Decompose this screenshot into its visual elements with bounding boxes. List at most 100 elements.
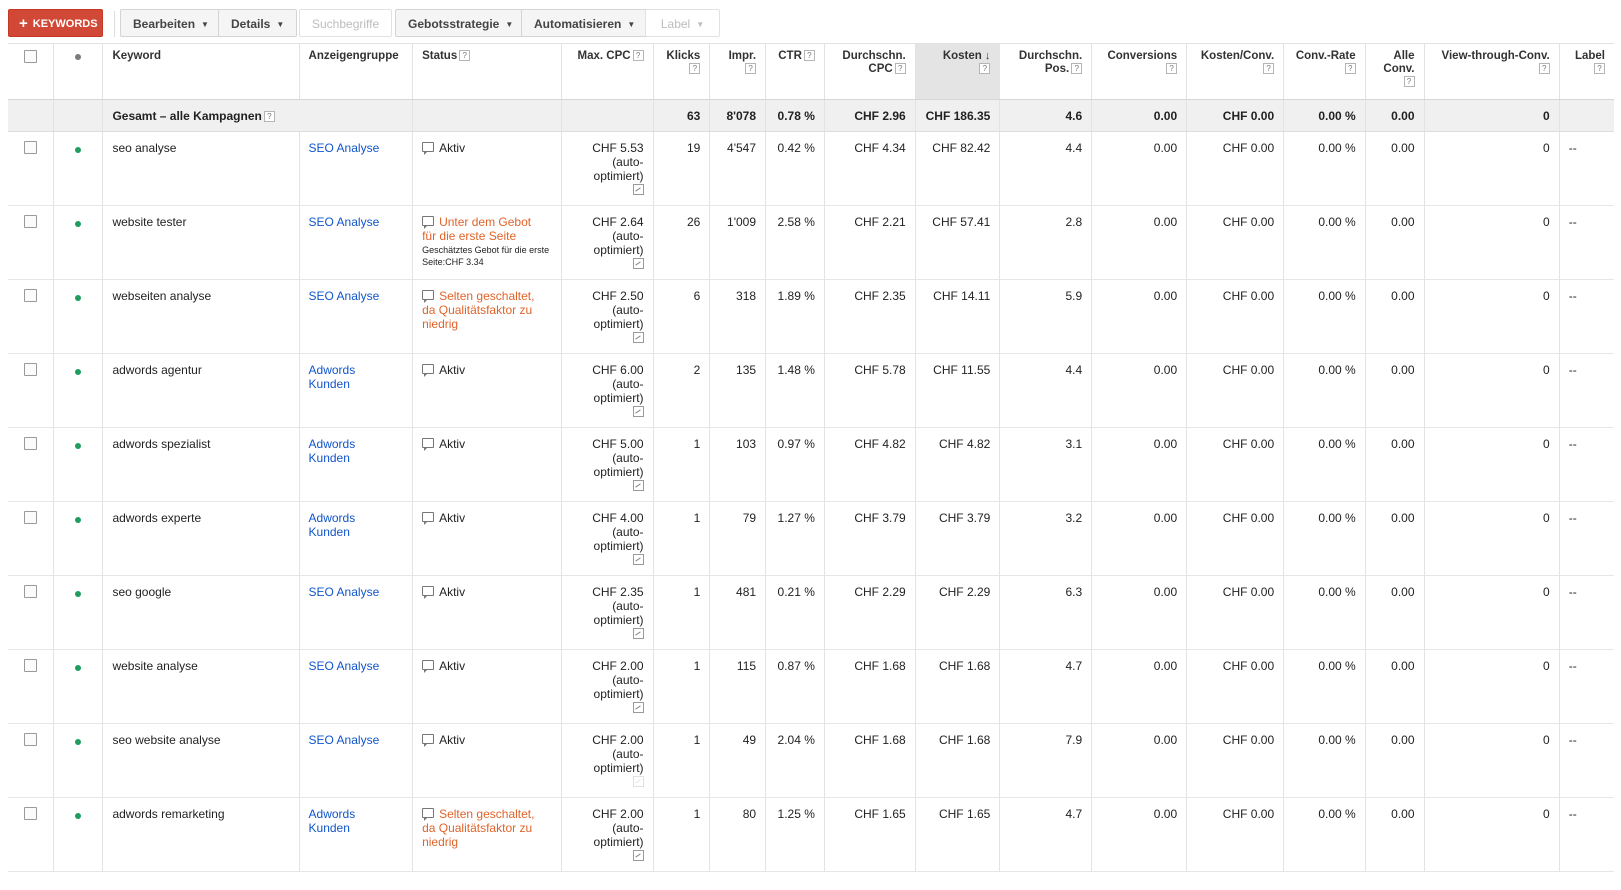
bid-simulator-icon[interactable] <box>632 776 644 787</box>
speech-bubble-icon[interactable] <box>422 364 435 377</box>
keyword-cell[interactable]: seo website analyse <box>102 723 300 798</box>
add-keywords-button[interactable]: + KEYWORDS <box>8 9 103 37</box>
keyword-cell[interactable]: website tester <box>102 205 300 280</box>
keyword-cell[interactable]: adwords spezialist <box>102 427 300 502</box>
help-icon[interactable]: ? <box>803 50 815 62</box>
column-header-adgroup[interactable]: Anzeigengruppe <box>299 43 414 100</box>
label-cell[interactable]: -- <box>1559 279 1614 354</box>
column-header-cost-conv[interactable]: Kosten/Conv.? <box>1186 43 1285 100</box>
row-checkbox[interactable] <box>23 437 37 450</box>
help-icon[interactable]: ? <box>745 63 757 75</box>
adgroup-link[interactable]: Adwords <box>309 511 356 525</box>
adgroup-link[interactable]: SEO Analyse <box>309 733 380 747</box>
label-cell[interactable]: -- <box>1559 575 1614 650</box>
keyword-cell[interactable]: webseiten analyse <box>102 279 300 354</box>
bid-simulator-icon[interactable] <box>632 184 644 195</box>
bid-simulator-icon[interactable] <box>632 554 644 565</box>
details-dropdown[interactable]: Details ▼ <box>218 9 298 37</box>
column-header-max-cpc[interactable]: Max. CPC? <box>561 43 654 100</box>
bid-simulator-icon[interactable] <box>632 850 644 861</box>
speech-bubble-icon[interactable] <box>422 734 435 747</box>
max-cpc-cell[interactable]: CHF 6.00 (auto-optimiert) <box>561 353 654 428</box>
enabled-dot-icon[interactable] <box>75 147 82 153</box>
column-header-impr[interactable]: Impr.? <box>709 43 767 100</box>
help-icon[interactable]: ? <box>1166 63 1178 75</box>
column-header-all-conv[interactable]: Alle Conv.? <box>1365 43 1425 100</box>
adgroup-link[interactable]: SEO Analyse <box>309 215 380 229</box>
keyword-cell[interactable]: adwords agentur <box>102 353 300 428</box>
row-checkbox[interactable] <box>23 215 37 228</box>
keyword-cell[interactable]: seo google <box>102 575 300 650</box>
max-cpc-cell[interactable]: CHF 2.00 (auto-optimiert) <box>561 723 654 798</box>
help-icon[interactable]: ? <box>894 63 906 75</box>
bid-strategy-dropdown[interactable]: Gebotsstrategie ▼ <box>395 9 527 37</box>
enabled-dot-icon[interactable] <box>75 813 82 819</box>
adgroup-link[interactable]: Kunden <box>309 377 350 391</box>
speech-bubble-icon[interactable] <box>422 290 435 303</box>
max-cpc-cell[interactable]: CHF 5.00 (auto-optimiert) <box>561 427 654 502</box>
automate-dropdown[interactable]: Automatisieren ▼ <box>521 9 649 37</box>
adgroup-link[interactable]: Adwords <box>309 807 356 821</box>
speech-bubble-icon[interactable] <box>422 808 435 821</box>
search-terms-button[interactable]: Suchbegriffe <box>299 9 393 37</box>
enabled-dot-icon[interactable] <box>75 443 82 449</box>
enabled-dot-icon[interactable] <box>75 221 82 227</box>
row-checkbox[interactable] <box>23 363 37 376</box>
label-dropdown[interactable]: Label ▼ <box>645 9 720 37</box>
keyword-cell[interactable]: website analyse <box>102 649 300 724</box>
column-header-conv-rate[interactable]: Conv.-Rate? <box>1283 43 1366 100</box>
help-icon[interactable]: ? <box>979 63 991 75</box>
row-checkbox[interactable] <box>23 511 37 524</box>
help-icon[interactable]: ? <box>1344 63 1356 75</box>
help-icon[interactable]: ? <box>263 110 275 122</box>
help-icon[interactable]: ? <box>459 50 471 62</box>
speech-bubble-icon[interactable] <box>422 660 435 673</box>
bid-simulator-icon[interactable] <box>632 406 644 417</box>
bid-simulator-icon[interactable] <box>632 628 644 639</box>
keyword-cell[interactable]: adwords remarketing <box>102 797 300 872</box>
adgroup-link[interactable]: Adwords <box>309 437 356 451</box>
label-cell[interactable]: -- <box>1559 797 1614 872</box>
label-cell[interactable]: -- <box>1559 649 1614 724</box>
help-icon[interactable]: ? <box>1403 76 1415 88</box>
row-checkbox[interactable] <box>23 141 37 154</box>
adgroup-link[interactable]: SEO Analyse <box>309 141 380 155</box>
enabled-dot-icon[interactable] <box>75 739 82 745</box>
column-header-keyword[interactable]: Keyword <box>102 43 300 100</box>
max-cpc-cell[interactable]: CHF 2.00 (auto-optimiert) <box>561 797 654 872</box>
bid-simulator-icon[interactable] <box>632 702 644 713</box>
label-cell[interactable]: -- <box>1559 205 1614 280</box>
enabled-dot-icon[interactable] <box>75 591 82 597</box>
column-header-label[interactable]: Label? <box>1559 43 1614 100</box>
max-cpc-cell[interactable]: CHF 2.00 (auto-optimiert) <box>561 649 654 724</box>
adgroup-link[interactable]: SEO Analyse <box>309 659 380 673</box>
label-cell[interactable]: -- <box>1559 427 1614 502</box>
max-cpc-cell[interactable]: CHF 2.50 (auto-optimiert) <box>561 279 654 354</box>
speech-bubble-icon[interactable] <box>422 512 435 525</box>
row-checkbox[interactable] <box>23 289 37 302</box>
keyword-cell[interactable]: adwords experte <box>102 501 300 576</box>
adgroup-link[interactable]: Adwords <box>309 363 356 377</box>
bid-simulator-icon[interactable] <box>632 480 644 491</box>
label-cell[interactable]: -- <box>1559 353 1614 428</box>
enabled-dot-icon[interactable] <box>75 369 82 375</box>
column-header-conversions[interactable]: Conversions? <box>1091 43 1188 100</box>
help-icon[interactable]: ? <box>1538 63 1550 75</box>
label-cell[interactable]: -- <box>1559 131 1614 206</box>
row-checkbox[interactable] <box>23 807 37 820</box>
help-icon[interactable]: ? <box>689 63 701 75</box>
help-icon[interactable]: ? <box>1594 63 1605 75</box>
column-header-ctr[interactable]: CTR? <box>765 43 825 100</box>
speech-bubble-icon[interactable] <box>422 586 435 599</box>
speech-bubble-icon[interactable] <box>422 142 435 155</box>
enabled-dot-icon[interactable] <box>75 295 82 301</box>
enabled-dot-icon[interactable] <box>75 665 82 671</box>
column-header-avg-pos[interactable]: Durchschn. Pos.? <box>999 43 1093 100</box>
row-checkbox[interactable] <box>23 585 37 598</box>
adgroup-link[interactable]: Kunden <box>309 821 350 835</box>
column-header-view-through[interactable]: View-through-Conv.? <box>1424 43 1560 100</box>
bid-simulator-icon[interactable] <box>632 332 644 343</box>
help-icon[interactable]: ? <box>1263 63 1275 75</box>
max-cpc-cell[interactable]: CHF 4.00 (auto-optimiert) <box>561 501 654 576</box>
max-cpc-cell[interactable]: CHF 2.35 (auto-optimiert) <box>561 575 654 650</box>
